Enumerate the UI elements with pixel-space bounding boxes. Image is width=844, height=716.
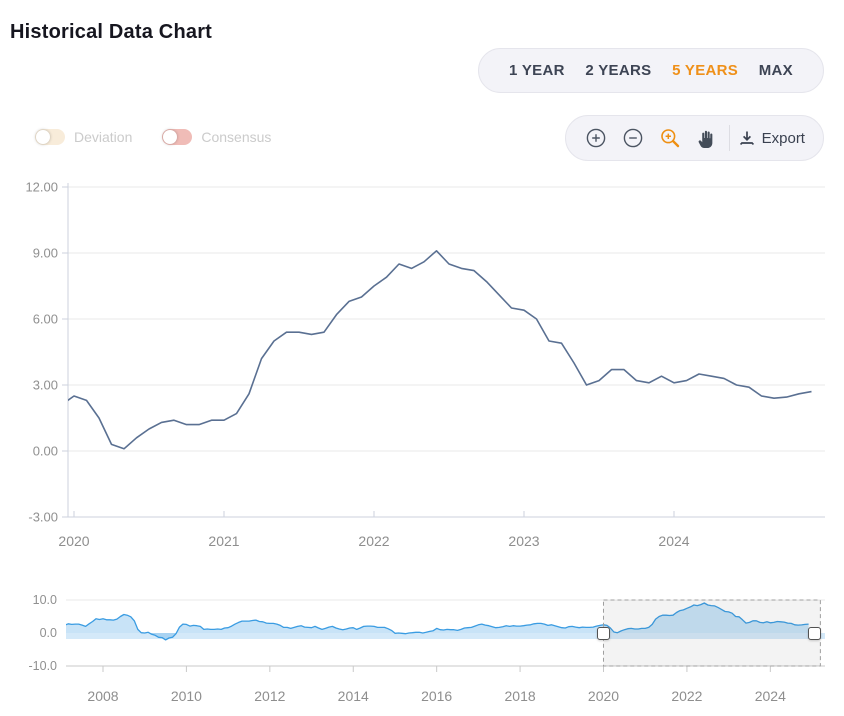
range-option-2-years[interactable]: 2 YEARS [585,62,651,79]
zoom-selection-button[interactable] [654,122,686,154]
navigator-x-label: 2018 [505,688,536,704]
pan-button[interactable] [691,122,723,154]
zoom-out-button[interactable] [617,122,649,154]
chart-toolbar: Export [565,115,824,161]
x-axis-label: 2020 [58,533,89,549]
navigator-handle-right[interactable] [808,627,821,640]
toggle-knob [36,130,50,144]
range-option-max[interactable]: MAX [759,62,793,79]
toggle-knob [163,130,177,144]
zoom-in-button[interactable] [580,122,612,154]
x-axis-label: 2021 [208,533,239,549]
legend-item-consensus[interactable]: Consensus [162,129,271,145]
legend-label: Consensus [201,129,271,145]
y-axis-label: 6.00 [33,312,58,327]
navigator-selection[interactable] [603,600,820,666]
navigator-x-label: 2022 [671,688,702,704]
navigator-x-label: 2014 [338,688,369,704]
y-axis-label: 9.00 [33,246,58,261]
page-title: Historical Data Chart [10,21,212,44]
circle-minus-icon [622,127,644,149]
magnifier-plus-icon [659,127,681,149]
export-button[interactable]: Export [735,130,809,147]
y-axis-label: 12.00 [25,180,58,195]
export-label: Export [762,130,805,147]
toolbar-divider [729,125,730,151]
navigator-y-label: -10.0 [29,659,58,673]
main-plot-area[interactable] [68,187,825,517]
deviation-toggle [35,129,65,145]
y-axis-label: 3.00 [33,378,58,393]
legend-label: Deviation [74,129,132,145]
navigator-x-label: 2010 [171,688,202,704]
range-selector: 1 YEAR 2 YEARS 5 YEARS MAX [478,48,824,93]
legend-item-deviation[interactable]: Deviation [35,129,132,145]
chart-canvas: 12.009.006.003.000.00-3.0020202021202220… [0,0,844,716]
circle-plus-icon [585,127,607,149]
range-option-5-years[interactable]: 5 YEARS [672,62,738,79]
hand-icon [697,128,717,149]
y-axis-label: 0.00 [33,444,58,459]
x-axis-label: 2023 [508,533,539,549]
consensus-toggle [162,129,192,145]
navigator-x-label: 2020 [588,688,619,704]
x-axis-label: 2024 [658,533,689,549]
navigator-handle-left[interactable] [597,627,610,640]
navigator-x-label: 2012 [254,688,285,704]
navigator-y-label: 0.0 [40,626,57,640]
chart-legend: Deviation Consensus [35,129,271,145]
navigator-y-label: 10.0 [33,593,57,607]
x-axis-label: 2022 [358,533,389,549]
navigator-x-label: 2008 [87,688,118,704]
navigator-x-label: 2024 [755,688,786,704]
y-axis-label: -3.00 [28,510,58,525]
navigator-x-label: 2016 [421,688,452,704]
download-icon [739,130,755,146]
range-option-1-year[interactable]: 1 YEAR [509,62,565,79]
